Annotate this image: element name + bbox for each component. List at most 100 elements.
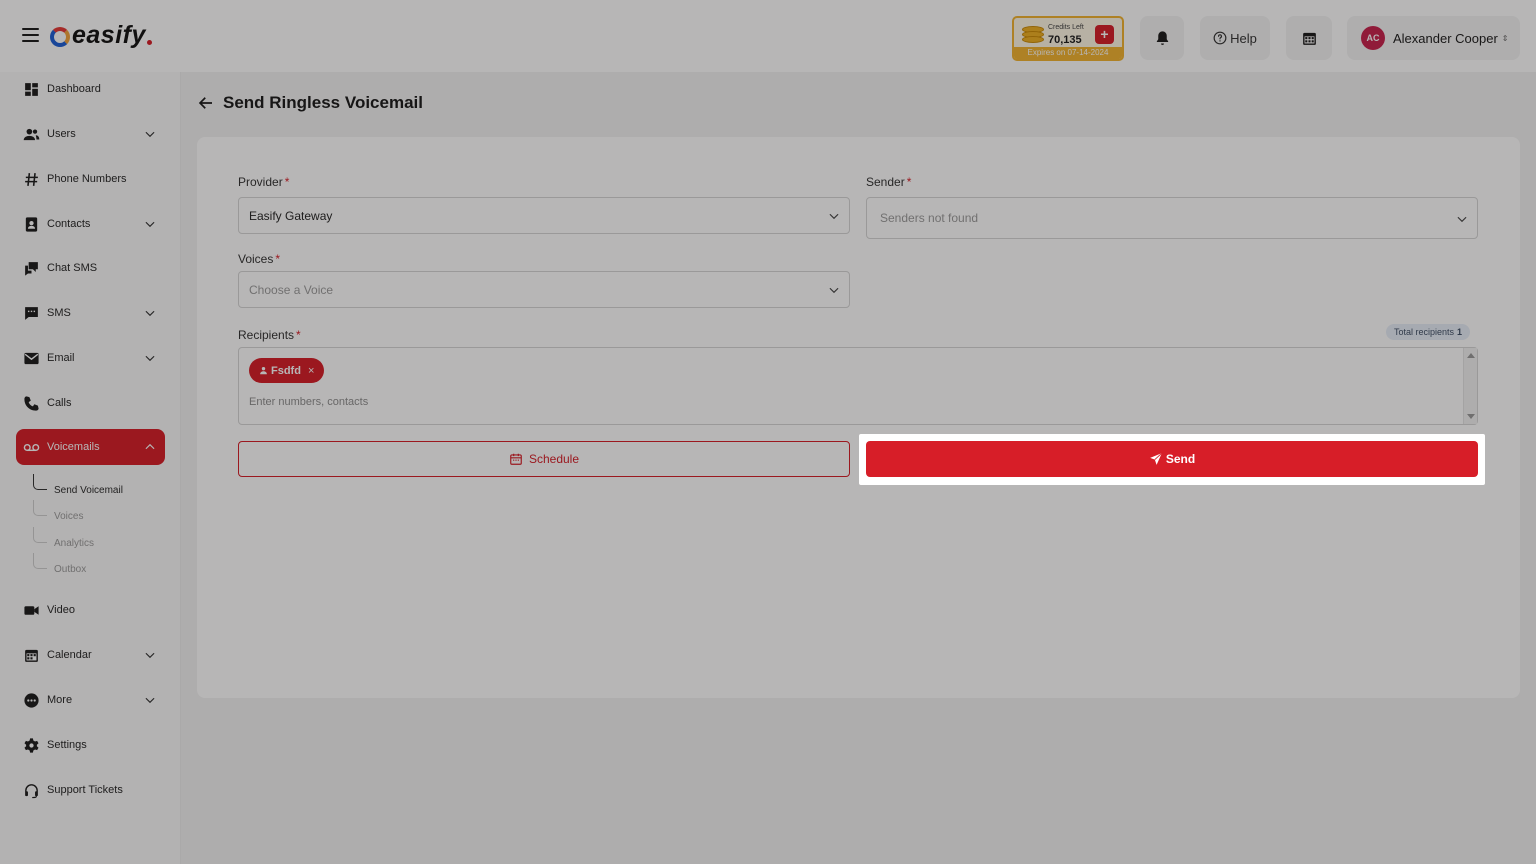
tree-connector — [33, 474, 47, 490]
mail-icon — [24, 352, 39, 364]
chevron-down-icon[interactable] — [143, 693, 157, 707]
credits-value: 70,135 — [1048, 34, 1082, 46]
sidebar-item-more[interactable]: More — [16, 682, 165, 718]
chevron-down-icon[interactable] — [143, 217, 157, 231]
sidebar-item-voicemails[interactable]: Voicemails — [16, 429, 165, 465]
subitem-label: Voices — [54, 510, 84, 522]
total-recipients-badge: Total recipients 1 — [1386, 324, 1471, 340]
provider-label: Provider * — [238, 175, 289, 189]
gear-icon — [24, 737, 39, 753]
bell-icon — [1156, 30, 1168, 45]
sidebar-item-email[interactable]: Email — [16, 340, 165, 376]
sidebar-item-contacts[interactable]: Contacts — [16, 206, 165, 242]
dashboard-icon — [25, 82, 38, 96]
sidebar-item-dashboard[interactable]: Dashboard — [16, 71, 165, 107]
recipient-chip[interactable]: Fsdfd × — [249, 358, 325, 383]
recipients-field[interactable]: Fsdfd × Enter numbers, contacts — [238, 347, 1478, 425]
provider-select[interactable]: Easify Gateway — [238, 197, 850, 234]
recipients-input-placeholder[interactable]: Enter numbers, contacts — [249, 396, 368, 408]
user-menu[interactable]: AC Alexander Cooper ⇕ — [1347, 16, 1520, 60]
sidebar-subitem-send-voicemail[interactable]: Send Voicemail — [32, 474, 162, 500]
sender-select[interactable]: Senders not found — [866, 197, 1478, 239]
recipients-label: Recipients * — [238, 328, 301, 342]
sidebar-item-label: Calendar — [47, 649, 92, 661]
credits-widget[interactable]: Credits Left 70,135 + Expires on 07-14-2… — [1012, 16, 1124, 61]
chevron-down-icon[interactable] — [143, 127, 157, 141]
contact-book-icon — [25, 216, 38, 232]
subitem-label: Send Voicemail — [54, 484, 123, 496]
sidebar-item-label: Contacts — [47, 218, 91, 230]
chat-bubbles-icon — [25, 261, 38, 276]
chevron-down-icon[interactable] — [143, 351, 157, 365]
page-title-text: Send Ringless Voicemail — [223, 93, 423, 112]
sender-value: Senders not found — [880, 211, 979, 225]
scroll-down-arrow-icon[interactable] — [1467, 414, 1475, 419]
voice-select[interactable]: Choose a Voice — [238, 271, 850, 308]
chevron-down-icon[interactable] — [143, 648, 157, 662]
avatar: AC — [1361, 26, 1385, 50]
chevron-up-icon[interactable] — [143, 440, 157, 454]
sidebar-item-calls[interactable]: Calls — [16, 385, 165, 421]
subitem-label: Analytics — [54, 537, 95, 549]
recipients-label-text: Recipients — [238, 328, 295, 342]
sidebar-item-chat-sms[interactable]: Chat SMS — [16, 250, 165, 286]
sidebar-subitem-outbox[interactable]: Outbox — [32, 553, 162, 579]
logo[interactable]: easify — [50, 20, 152, 50]
sidebar-subitem-analytics[interactable]: Analytics — [32, 527, 162, 553]
provider-label-text: Provider — [238, 175, 283, 189]
sidebar-item-settings[interactable]: Settings — [16, 727, 165, 763]
users-icon — [23, 128, 40, 140]
arrow-left-icon[interactable] — [197, 94, 215, 112]
send-button[interactable]: Send — [866, 441, 1478, 477]
notifications-button[interactable] — [1140, 16, 1184, 60]
calendar-header-button[interactable] — [1286, 16, 1332, 60]
help-button[interactable]: Help — [1200, 16, 1270, 60]
subitem-label: Outbox — [54, 563, 87, 575]
sidebar-item-label: Support Tickets — [47, 784, 123, 796]
menu-icon[interactable] — [22, 28, 39, 42]
sidebar-item-label: Video — [47, 604, 75, 616]
sender-label-text: Sender — [866, 175, 905, 189]
credits-expiry: Expires on 07-14-2024 — [1014, 47, 1122, 59]
sidebar-item-label: Settings — [47, 739, 87, 751]
sidebar-item-calendar[interactable]: Calendar — [16, 637, 165, 673]
chevron-down-icon — [829, 213, 839, 220]
total-recipients-count: 1 — [1457, 327, 1463, 337]
calendar-icon — [1302, 32, 1316, 45]
page-title: Send Ringless Voicemail — [197, 92, 423, 114]
phone-icon — [24, 395, 39, 411]
send-button-label: Send — [1165, 452, 1196, 466]
chevron-down-icon — [1457, 216, 1467, 223]
video-camera-icon — [24, 605, 39, 615]
total-recipients-label: Total recipients — [1394, 327, 1455, 337]
sidebar-item-label: Calls — [47, 397, 72, 409]
calendar-icon — [25, 649, 38, 662]
schedule-button-label: Schedule — [528, 452, 580, 466]
sidebar-subitem-voices[interactable]: Voices — [32, 500, 162, 526]
chevron-down-icon — [829, 287, 839, 294]
scroll-up-arrow-icon[interactable] — [1467, 353, 1475, 358]
recipients-scrollbar[interactable] — [1463, 348, 1477, 424]
sidebar-item-video[interactable]: Video — [16, 592, 165, 628]
logo-dot — [146, 39, 152, 45]
sidebar-item-sms[interactable]: SMS — [16, 295, 165, 331]
chevron-down-icon[interactable] — [143, 306, 157, 320]
sidebar-item-label: Dashboard — [47, 83, 101, 95]
voicemail-icon — [23, 443, 40, 451]
sidebar-item-support-tickets[interactable]: Support Tickets — [16, 772, 165, 808]
hash-icon — [25, 172, 38, 186]
sidebar-item-label: Chat SMS — [47, 262, 98, 274]
chevron-updown-icon: ⇕ — [1501, 33, 1509, 43]
remove-chip-icon[interactable]: × — [308, 365, 314, 377]
sender-label: Sender * — [866, 175, 911, 189]
schedule-button[interactable]: Schedule — [238, 441, 850, 477]
sidebar-item-label: Voicemails — [47, 441, 100, 453]
tree-connector — [33, 553, 47, 569]
coins-icon — [1022, 26, 1044, 44]
sidebar-item-label: Email — [47, 352, 75, 364]
sidebar-item-phone-numbers[interactable]: Phone Numbers — [16, 161, 165, 197]
credits-label: Credits Left — [1048, 24, 1084, 31]
sidebar-item-users[interactable]: Users — [16, 116, 165, 152]
recipient-chip-label: Fsdfd — [271, 364, 301, 377]
add-credits-button[interactable]: + — [1095, 25, 1114, 44]
